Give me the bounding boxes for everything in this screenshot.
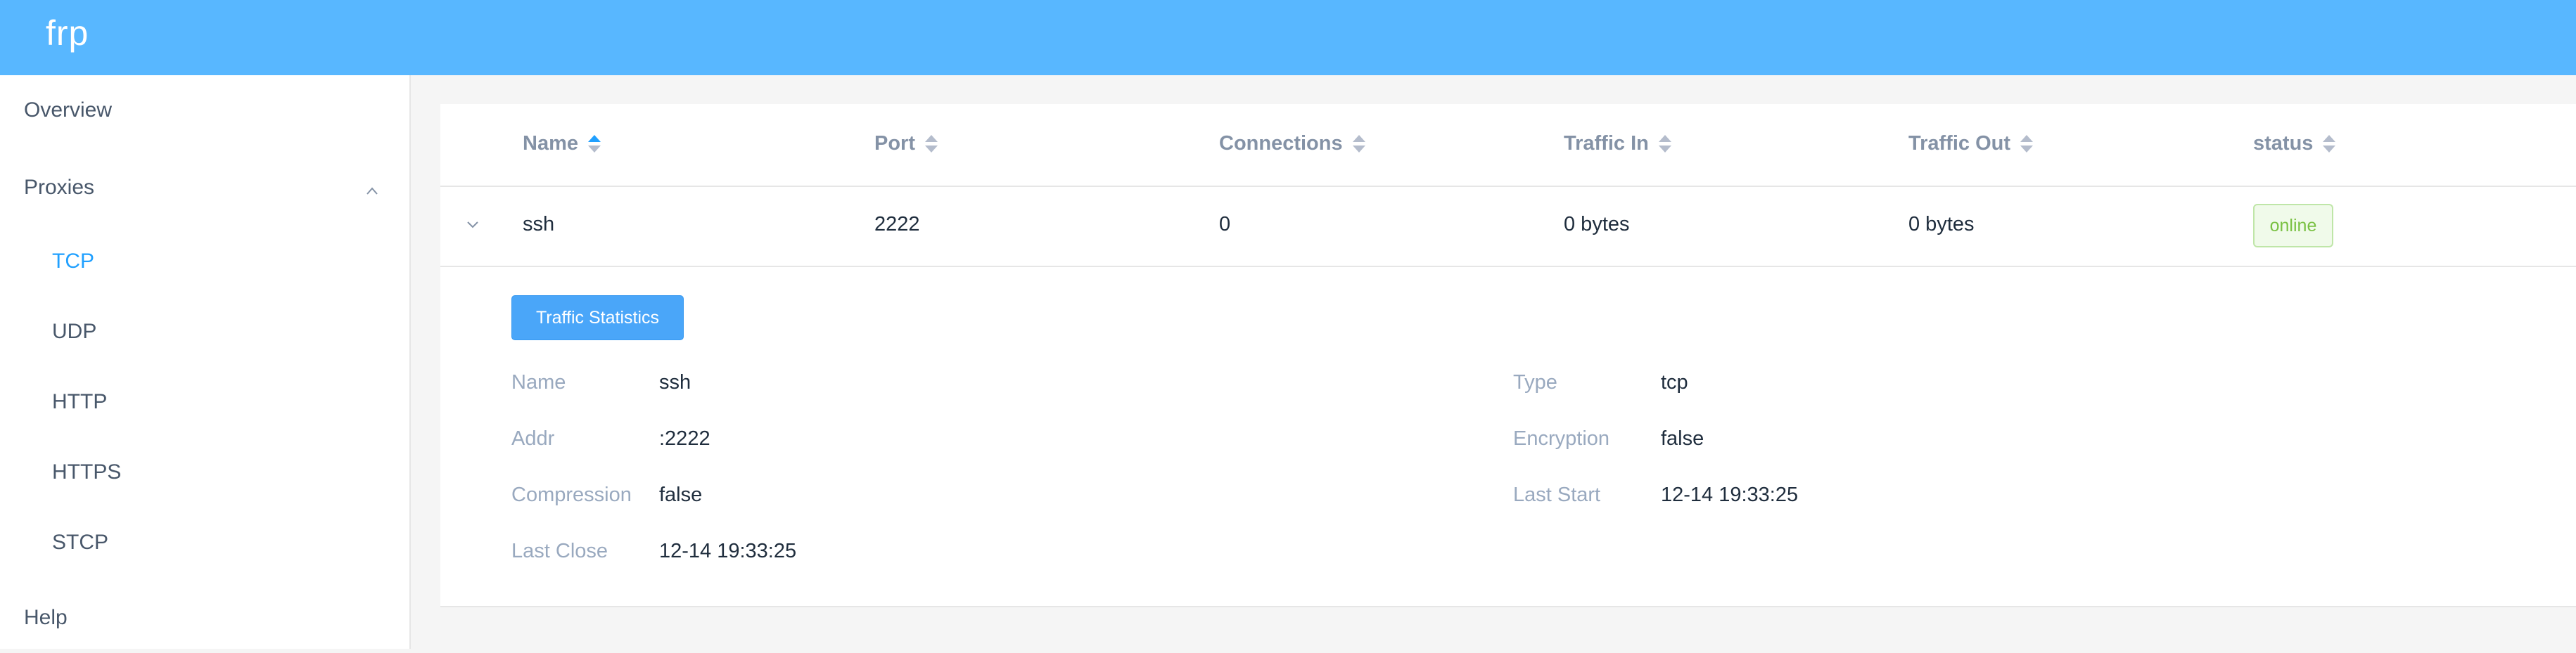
detail-label-compression: Compression [511,484,632,506]
column-header-traffic-in[interactable]: Traffic In [1564,132,1671,155]
sidebar-item-tcp[interactable]: TCP [0,226,409,297]
cell-name: ssh [523,213,555,235]
app-header: frp [0,0,2576,75]
sidebar-item-https[interactable]: HTTPS [0,437,409,507]
column-header-traffic-out[interactable]: Traffic Out [1908,132,2034,155]
detail-label-last-start: Last Start [1513,484,1601,506]
sidebar-item-label: HTTPS [52,460,122,484]
traffic-statistics-button[interactable]: Traffic Statistics [511,295,684,340]
divider [440,186,2576,187]
detail-label-encryption: Encryption [1513,427,1610,450]
sidebar-item-overview[interactable]: Overview [0,75,409,146]
status-badge: online [2253,204,2333,247]
sidebar-item-label: Overview [24,98,113,122]
detail-value-type: tcp [1661,371,1688,394]
column-header-label: Connections [1219,132,1343,155]
column-header-port[interactable]: Port [874,132,938,155]
cell-connections: 0 [1219,213,1231,235]
sort-ascending-icon[interactable] [588,134,601,155]
cell-traffic-in: 0 bytes [1564,213,1630,235]
sort-icon[interactable] [2323,134,2336,155]
sidebar-item-label: Proxies [24,176,95,199]
column-header-label: Traffic In [1564,132,1649,155]
cell-traffic-out: 0 bytes [1908,213,1975,235]
sidebar-item-label: UDP [52,320,97,343]
column-header-label: Port [874,132,915,155]
column-header-label: Name [523,132,578,155]
sort-icon[interactable] [1658,134,1671,155]
column-header-label: Traffic Out [1908,132,2011,155]
sidebar-item-udp[interactable]: UDP [0,297,409,367]
sort-icon[interactable] [1352,134,1365,155]
sidebar-item-help[interactable]: Help [0,583,409,653]
detail-value-compression: false [659,484,703,506]
cell-port: 2222 [874,213,920,235]
sort-icon[interactable] [925,134,938,155]
detail-value-addr: :2222 [659,427,710,450]
detail-label-type: Type [1513,371,1557,394]
proxy-table: Name Port Connections Traffic In Traffic… [440,104,2576,607]
detail-label-last-close: Last Close [511,540,608,562]
sidebar-item-label: TCP [52,250,94,273]
column-header-connections[interactable]: Connections [1219,132,1365,155]
sidebar-item-label: HTTP [52,390,108,413]
detail-value-encryption: false [1661,427,1704,450]
detail-value-name: ssh [659,371,691,394]
detail-value-last-start: 12-14 19:33:25 [1661,484,1799,506]
sidebar-item-label: Help [24,606,68,629]
app-logo[interactable]: frp [46,13,89,53]
sidebar: Overview Proxies TCP UDP HTTP HTTPS STCP… [0,75,411,649]
column-header-name[interactable]: Name [523,132,601,155]
detail-label-addr: Addr [511,427,555,450]
column-header-label: status [2253,132,2314,155]
column-header-status[interactable]: status [2253,132,2336,155]
detail-value-last-close: 12-14 19:33:25 [659,540,797,562]
sidebar-item-proxies[interactable]: Proxies [0,153,409,223]
sort-icon[interactable] [2020,134,2034,155]
sidebar-item-stcp[interactable]: STCP [0,507,409,578]
sidebar-item-label: STCP [52,531,109,554]
chevron-down-icon[interactable] [465,216,480,232]
divider [440,606,2576,607]
chevron-up-icon [366,187,378,195]
divider [440,266,2576,267]
detail-label-name: Name [511,371,566,394]
sidebar-item-http[interactable]: HTTP [0,367,409,437]
